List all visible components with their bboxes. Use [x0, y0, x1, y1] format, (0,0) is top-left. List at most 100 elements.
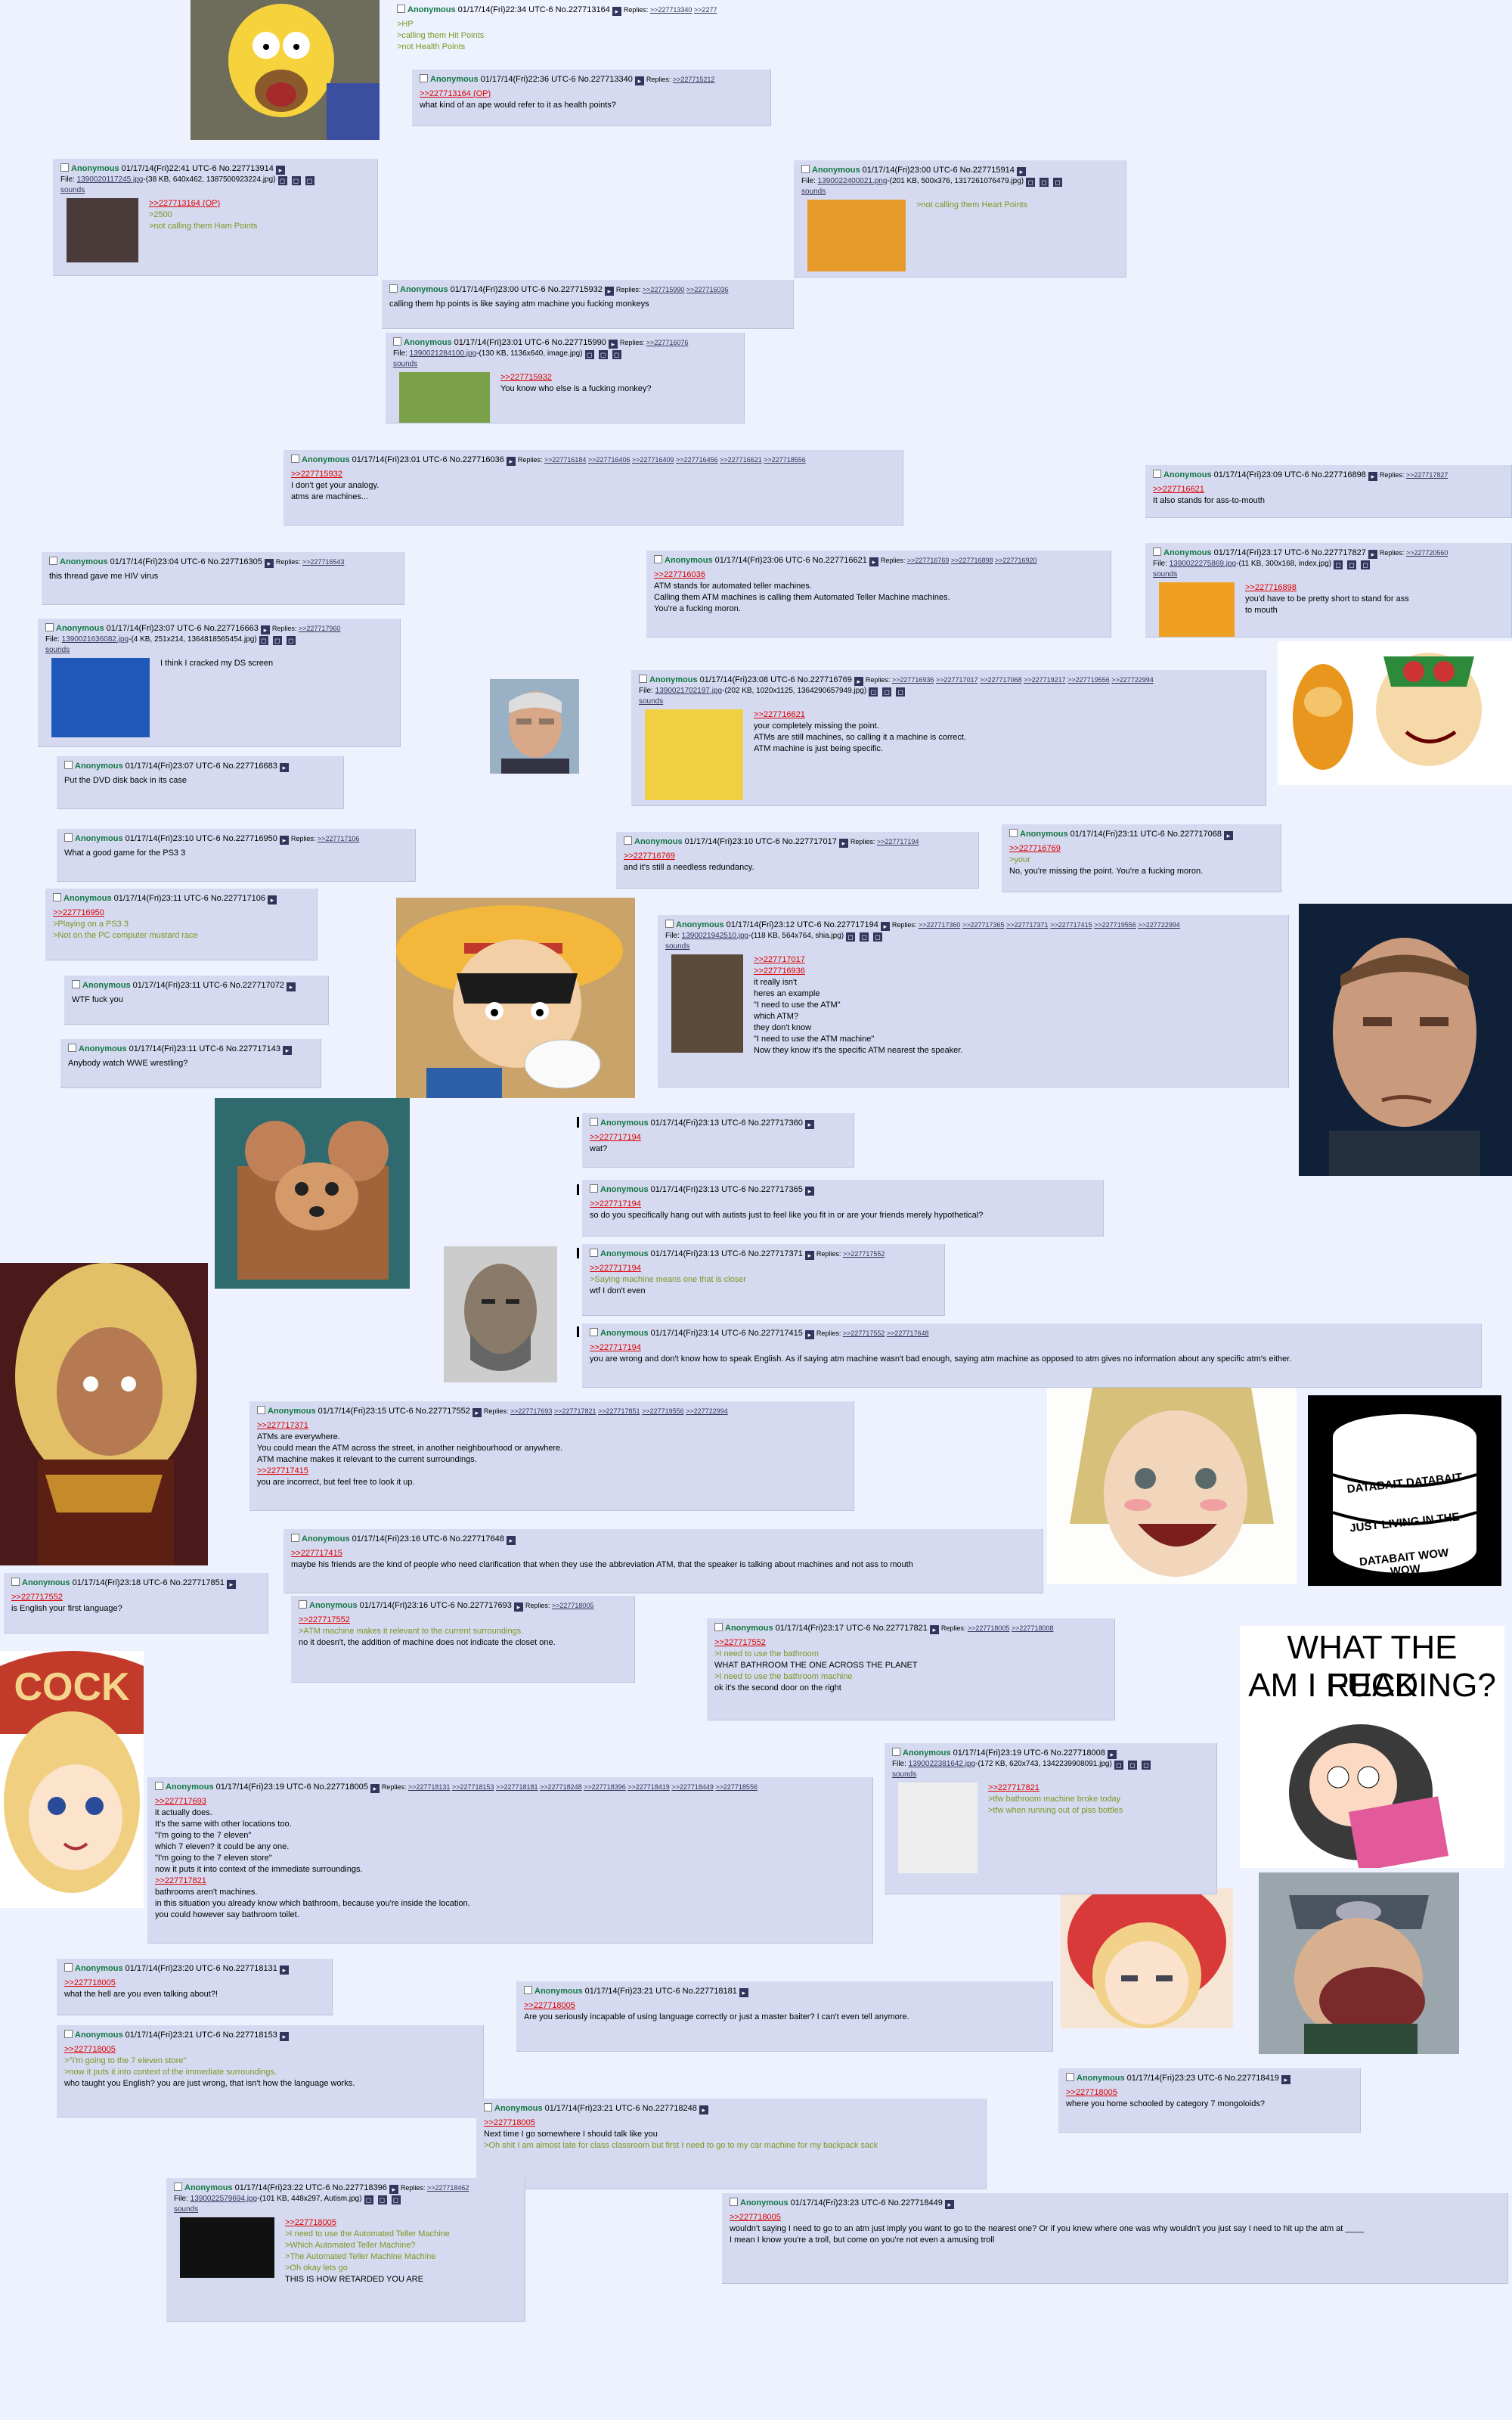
quote-link[interactable]: >>227715932: [291, 469, 895, 480]
reply-link[interactable]: >>227720560: [1406, 549, 1448, 557]
google-icon[interactable]: ◻: [291, 176, 301, 185]
quote-link[interactable]: >>227717415: [291, 1548, 1035, 1559]
iqdb-icon[interactable]: ◻: [1053, 178, 1063, 187]
iqdb-icon[interactable]: ◻: [1361, 560, 1371, 569]
post-menu-icon[interactable]: ▸: [506, 1536, 516, 1545]
post-number[interactable]: No.227718181: [683, 1987, 737, 1996]
post-menu-icon[interactable]: ▸: [513, 1602, 523, 1612]
reply-link[interactable]: >>227718449: [671, 1783, 714, 1791]
reply-link[interactable]: >>227717365: [962, 921, 1005, 929]
reply-link[interactable]: >>227722994: [1138, 921, 1180, 929]
reply-link[interactable]: >>227718181: [496, 1783, 538, 1791]
quote-link[interactable]: >>227717693: [155, 1796, 865, 1807]
post-number[interactable]: No.227713164: [556, 5, 610, 14]
post-menu-icon[interactable]: ▸: [612, 7, 621, 16]
google-icon[interactable]: ◻: [272, 636, 282, 645]
quote-link[interactable]: >>227717552: [11, 1592, 260, 1603]
reply-link[interactable]: >>227718396: [584, 1783, 626, 1791]
post-checkbox[interactable]: [624, 836, 632, 845]
post-checkbox[interactable]: [590, 1249, 598, 1257]
post-number[interactable]: No.227717371: [748, 1249, 803, 1258]
quote-link[interactable]: >>227717552: [714, 1637, 1107, 1649]
reply-link[interactable]: >>227715212: [673, 76, 715, 83]
quote-link[interactable]: >>227717371: [257, 1420, 846, 1432]
post-menu-icon[interactable]: ▸: [264, 559, 274, 568]
post-menu-icon[interactable]: ▸: [268, 895, 277, 904]
reply-link[interactable]: >>227717415: [1050, 921, 1092, 929]
iqdb-icon[interactable]: ◻: [612, 350, 621, 359]
sounds-link[interactable]: sounds: [1153, 569, 1504, 579]
post-checkbox[interactable]: [389, 284, 398, 293]
file-name-link[interactable]: 1390021284100.jpg: [410, 349, 476, 358]
post-number[interactable]: No.227716950: [223, 834, 277, 843]
quote-link[interactable]: >>227717415: [257, 1466, 846, 1477]
reply-link[interactable]: >>227716456: [676, 456, 718, 464]
reply-link[interactable]: >>227713340: [650, 6, 692, 14]
reply-link[interactable]: >>227718556: [715, 1783, 758, 1791]
post-number[interactable]: No.227718005: [314, 1782, 368, 1792]
reply-link[interactable]: >>227717371: [1006, 921, 1049, 929]
post-number[interactable]: No.227717851: [170, 1578, 225, 1587]
post-menu-icon[interactable]: ▸: [1224, 831, 1233, 840]
file-name-link[interactable]: 1390022275869.jpg: [1170, 560, 1236, 568]
sounds-link[interactable]: sounds: [45, 645, 392, 655]
post-menu-icon[interactable]: ▸: [854, 677, 863, 686]
reply-link[interactable]: >>227717068: [980, 676, 1022, 684]
post-menu-icon[interactable]: ▸: [1368, 550, 1377, 559]
post-number[interactable]: No.227716305: [208, 557, 262, 566]
post-checkbox[interactable]: [174, 2183, 182, 2191]
file-name-link[interactable]: 1390021702197.jpg: [655, 687, 722, 695]
post-checkbox[interactable]: [590, 1328, 598, 1336]
reply-link[interactable]: >>227718131: [408, 1783, 451, 1791]
google-icon[interactable]: ◻: [377, 2195, 387, 2204]
post-checkbox[interactable]: [397, 5, 405, 13]
quote-link[interactable]: >>227716769: [624, 851, 971, 862]
reply-link[interactable]: >>227717821: [554, 1407, 596, 1415]
reply-link[interactable]: >>227717017: [936, 676, 978, 684]
post-menu-icon[interactable]: ▸: [804, 1120, 814, 1129]
iqdb-icon[interactable]: ◻: [1141, 1761, 1151, 1770]
post-menu-icon[interactable]: ▸: [279, 836, 289, 845]
post-number[interactable]: No.227718396: [333, 2183, 387, 2192]
post-checkbox[interactable]: [72, 980, 80, 988]
post-checkbox[interactable]: [60, 163, 69, 172]
post-menu-icon[interactable]: ▸: [275, 166, 285, 175]
quote-link[interactable]: >>227716769: [1009, 843, 1273, 855]
image-search-icon[interactable]: ◻: [1026, 178, 1036, 187]
post-menu-icon[interactable]: ▸: [1016, 167, 1026, 176]
post-menu-icon[interactable]: ▸: [604, 287, 614, 296]
post-checkbox[interactable]: [291, 455, 299, 463]
post-number[interactable]: No.227717068: [1167, 830, 1222, 839]
reply-link[interactable]: >>227716621: [720, 456, 762, 464]
reply-link[interactable]: >>227718556: [764, 456, 806, 464]
post-number[interactable]: No.227713340: [578, 75, 633, 84]
iqdb-icon[interactable]: ◻: [896, 687, 906, 697]
post-number[interactable]: No.227717072: [230, 981, 284, 990]
reply-link[interactable]: >>227716076: [646, 339, 689, 346]
post-menu-icon[interactable]: ▸: [804, 1251, 814, 1260]
post-number[interactable]: No.227717821: [873, 1624, 928, 1633]
post-menu-icon[interactable]: ▸: [1107, 1750, 1117, 1759]
post-number[interactable]: No.227713914: [219, 164, 274, 173]
reply-link[interactable]: >>227718008: [1012, 1624, 1054, 1632]
post-checkbox[interactable]: [892, 1748, 900, 1756]
reply-link[interactable]: >>227715990: [643, 286, 685, 293]
post-thumbnail[interactable]: [645, 709, 743, 800]
post-thumbnail[interactable]: [898, 1782, 978, 1873]
post-checkbox[interactable]: [291, 1534, 299, 1542]
post-number[interactable]: No.227715914: [960, 166, 1015, 175]
image-search-icon[interactable]: ◻: [869, 687, 878, 697]
quote-link[interactable]: >>227717194: [590, 1132, 846, 1143]
post-checkbox[interactable]: [64, 833, 73, 842]
iqdb-icon[interactable]: ◻: [305, 176, 314, 185]
sounds-link[interactable]: sounds: [801, 187, 1118, 197]
quote-link[interactable]: >>227717194: [590, 1263, 937, 1274]
post-number[interactable]: No.227718153: [223, 2031, 277, 2040]
sounds-link[interactable]: sounds: [174, 2204, 517, 2214]
reply-link[interactable]: >>227719556: [642, 1407, 684, 1415]
post-checkbox[interactable]: [730, 2198, 738, 2206]
quote-link[interactable]: >>227717194: [590, 1199, 1095, 1210]
google-icon[interactable]: ◻: [598, 350, 608, 359]
post-checkbox[interactable]: [257, 1406, 265, 1414]
reply-link[interactable]: >>227717960: [299, 625, 341, 632]
